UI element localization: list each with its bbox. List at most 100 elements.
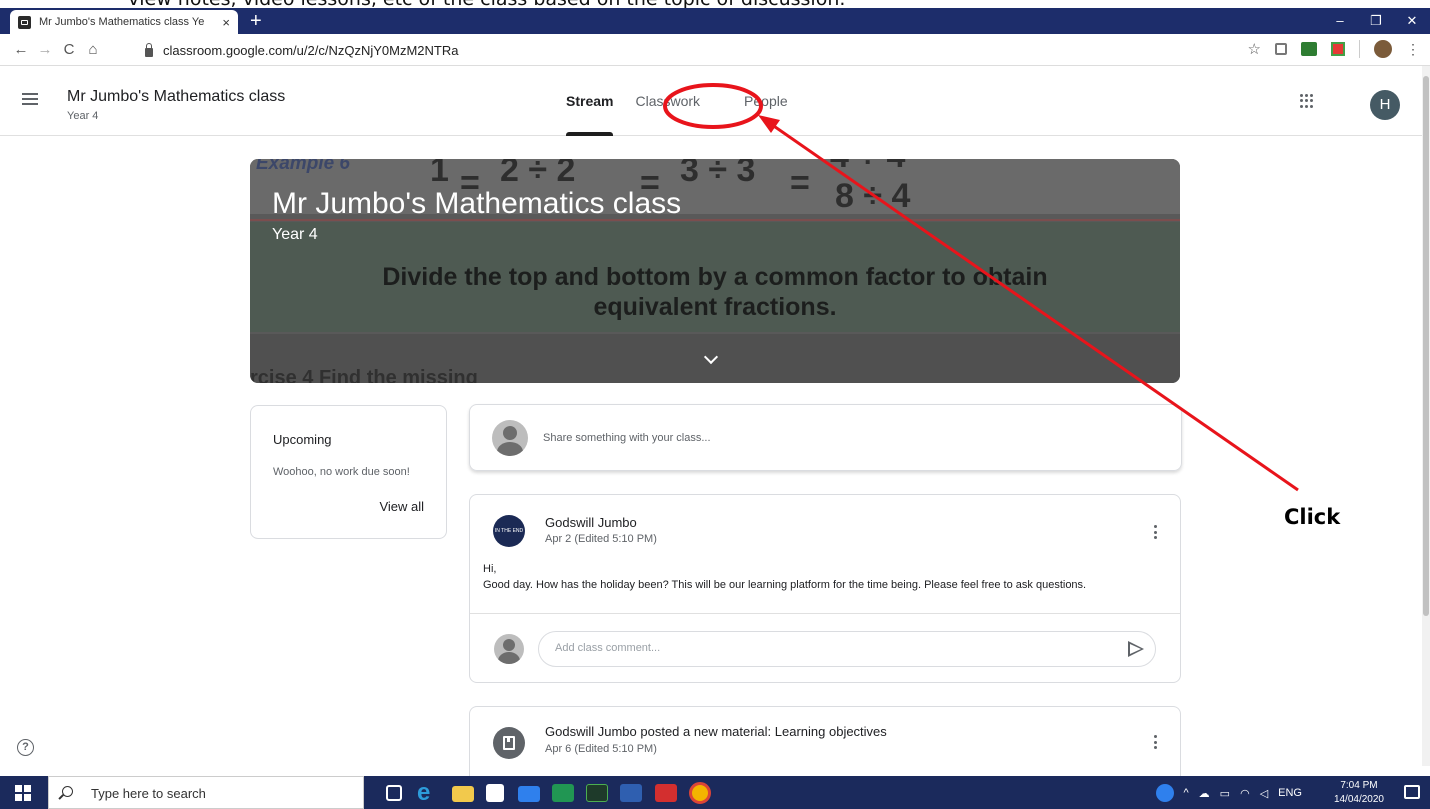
taskbar-search-placeholder: Type here to search: [91, 786, 206, 801]
post-body-line: Good day. How has the holiday been? This…: [483, 579, 1087, 591]
google-apps-icon[interactable]: [1300, 94, 1314, 108]
taskbar-search[interactable]: Type here to search: [48, 776, 364, 809]
tab-close-icon[interactable]: ×: [222, 15, 230, 30]
onedrive-icon[interactable]: ☁: [1199, 787, 1210, 800]
mail-icon[interactable]: [518, 786, 540, 802]
class-section: Year 4: [67, 110, 99, 122]
extensions-area: ☆ ⋮: [1248, 40, 1420, 58]
store-icon[interactable]: [486, 784, 504, 802]
banner-title: Mr Jumbo's Mathematics class: [272, 187, 682, 220]
classroom-header: Mr Jumbo's Mathematics class Year 4 Stre…: [0, 66, 1422, 136]
user-avatar-icon: [494, 634, 524, 664]
language-indicator[interactable]: ENG: [1278, 787, 1302, 799]
post-body-line: Hi,: [483, 563, 497, 575]
minimize-icon[interactable]: –: [1322, 8, 1358, 34]
extension-icon[interactable]: [1275, 43, 1287, 55]
class-title[interactable]: Mr Jumbo's Mathematics class: [67, 88, 285, 106]
more-options-icon[interactable]: [1154, 525, 1158, 539]
clock[interactable]: 7:04 PM 14/04/2020: [1334, 779, 1384, 807]
restore-icon[interactable]: ❐: [1358, 8, 1394, 34]
reload-icon[interactable]: C: [58, 41, 80, 58]
dreamweaver-icon[interactable]: [586, 784, 608, 802]
tab-people[interactable]: People: [744, 66, 788, 136]
url-text: classroom.google.com/u/2/c/NzQzNjY0MzM2N…: [163, 42, 459, 58]
class-tabs: Stream Classwork People: [566, 66, 832, 136]
edge-icon[interactable]: e: [417, 781, 439, 805]
windows-taskbar: Type here to search e ^ ☁ ▭ ◠ ◁ ENG 7:04…: [0, 776, 1430, 809]
search-icon: [62, 786, 73, 797]
chevron-up-icon[interactable]: ^: [1184, 787, 1189, 799]
annotation-label: Click: [1284, 505, 1341, 529]
scrollbar-thumb[interactable]: [1423, 76, 1429, 616]
user-avatar-icon: [492, 420, 528, 456]
close-window-icon[interactable]: ✕: [1394, 8, 1430, 34]
clock-date: 14/04/2020: [1333, 794, 1384, 805]
banner-bg-text-line: equivalent fractions.: [593, 293, 837, 321]
chrome-menu-icon[interactable]: ⋮: [1406, 41, 1420, 58]
extension-icon[interactable]: [1301, 42, 1317, 56]
windows-start-icon[interactable]: [15, 785, 31, 801]
acrobat-icon[interactable]: [655, 784, 677, 802]
extension-icon[interactable]: [1331, 42, 1345, 56]
post-title: Godswill Jumbo posted a new material: Le…: [545, 724, 887, 739]
send-icon[interactable]: [1128, 641, 1144, 657]
upcoming-heading: Upcoming: [273, 432, 332, 447]
task-view-icon[interactable]: [386, 785, 402, 801]
clock-time: 7:04 PM: [1340, 780, 1378, 791]
help-icon[interactable]: ?: [17, 739, 34, 756]
back-arrow-icon[interactable]: ←: [10, 41, 32, 58]
browser-tab[interactable]: Mr Jumbo's Mathematics class Ye ×: [10, 10, 238, 34]
banner-bg-fraction: =: [790, 164, 810, 202]
banner-bg-example: Example 6: [256, 159, 350, 174]
upcoming-card: Upcoming Woohoo, no work due soon! View …: [250, 405, 447, 539]
document-text-cropped: view notes, video lessons, etc of the cl…: [0, 0, 1430, 8]
stream-post: IN THE END Godswill Jumbo Apr 2 (Edited …: [469, 494, 1181, 683]
battery-icon[interactable]: ▭: [1220, 787, 1230, 800]
material-icon: [493, 727, 525, 759]
address-bar[interactable]: classroom.google.com/u/2/c/NzQzNjY0MzM2N…: [145, 39, 458, 61]
divider: [1359, 40, 1360, 58]
forward-arrow-icon[interactable]: →: [34, 41, 56, 58]
browser-tab-strip: Mr Jumbo's Mathematics class Ye × + – ❐ …: [0, 8, 1430, 34]
window-controls: – ❐ ✕: [1322, 8, 1430, 34]
stream-post[interactable]: Godswill Jumbo posted a new material: Le…: [469, 706, 1181, 776]
new-tab-button[interactable]: +: [250, 11, 262, 31]
profile-avatar-icon[interactable]: [1374, 40, 1392, 58]
tab-classwork[interactable]: Classwork: [635, 66, 700, 136]
main-menu-icon[interactable]: [22, 93, 38, 105]
post-date: Apr 2 (Edited 5:10 PM): [545, 533, 657, 545]
banner-bg-text-line: Divide the top and bottom by a common fa…: [382, 263, 1048, 291]
class-comment-field[interactable]: [538, 631, 1156, 667]
account-avatar[interactable]: H: [1370, 90, 1400, 120]
view-all-link[interactable]: View all: [379, 499, 424, 514]
lock-icon: [145, 42, 153, 57]
tab-title: Mr Jumbo's Mathematics class Ye: [39, 16, 205, 28]
file-explorer-icon[interactable]: [452, 786, 474, 802]
banner-bg-fraction: 4 ÷ 4: [830, 159, 905, 176]
browser-toolbar: ← → C ⌂ classroom.google.com/u/2/c/NzQzN…: [0, 34, 1430, 66]
tab-stream[interactable]: Stream: [566, 66, 614, 136]
chrome-icon[interactable]: [689, 782, 711, 804]
word-icon[interactable]: [620, 784, 642, 802]
banner-bg-fraction: 3 ÷ 3: [680, 159, 756, 189]
author-avatar: IN THE END: [493, 515, 525, 547]
page-scrollbar[interactable]: [1422, 66, 1430, 766]
post-date: Apr 6 (Edited 5:10 PM): [545, 743, 657, 755]
action-center-icon[interactable]: [1404, 785, 1420, 799]
divider: [470, 613, 1180, 614]
share-box[interactable]: Share something with your class...: [469, 404, 1182, 471]
home-icon[interactable]: ⌂: [82, 41, 104, 58]
classroom-favicon-icon: [18, 15, 31, 29]
class-comment-input[interactable]: [555, 642, 1075, 654]
more-options-icon[interactable]: [1154, 735, 1158, 749]
bookmark-star-icon[interactable]: ☆: [1248, 40, 1261, 58]
share-placeholder: Share something with your class...: [543, 432, 711, 444]
class-banner: Example 6 1 = 2 ÷ 2 = 3 ÷ 3 = 4 ÷ 4 8 ÷ …: [250, 159, 1180, 383]
excel-icon[interactable]: [552, 784, 574, 802]
banner-bg-fraction: 2 ÷ 2: [500, 159, 576, 189]
post-author: Godswill Jumbo: [545, 515, 637, 530]
help-tray-icon[interactable]: [1155, 784, 1174, 802]
banner-bg-fraction: 8 ÷ 4: [835, 177, 911, 215]
wifi-icon[interactable]: ◠: [1240, 787, 1250, 800]
volume-icon[interactable]: ◁: [1260, 787, 1268, 800]
